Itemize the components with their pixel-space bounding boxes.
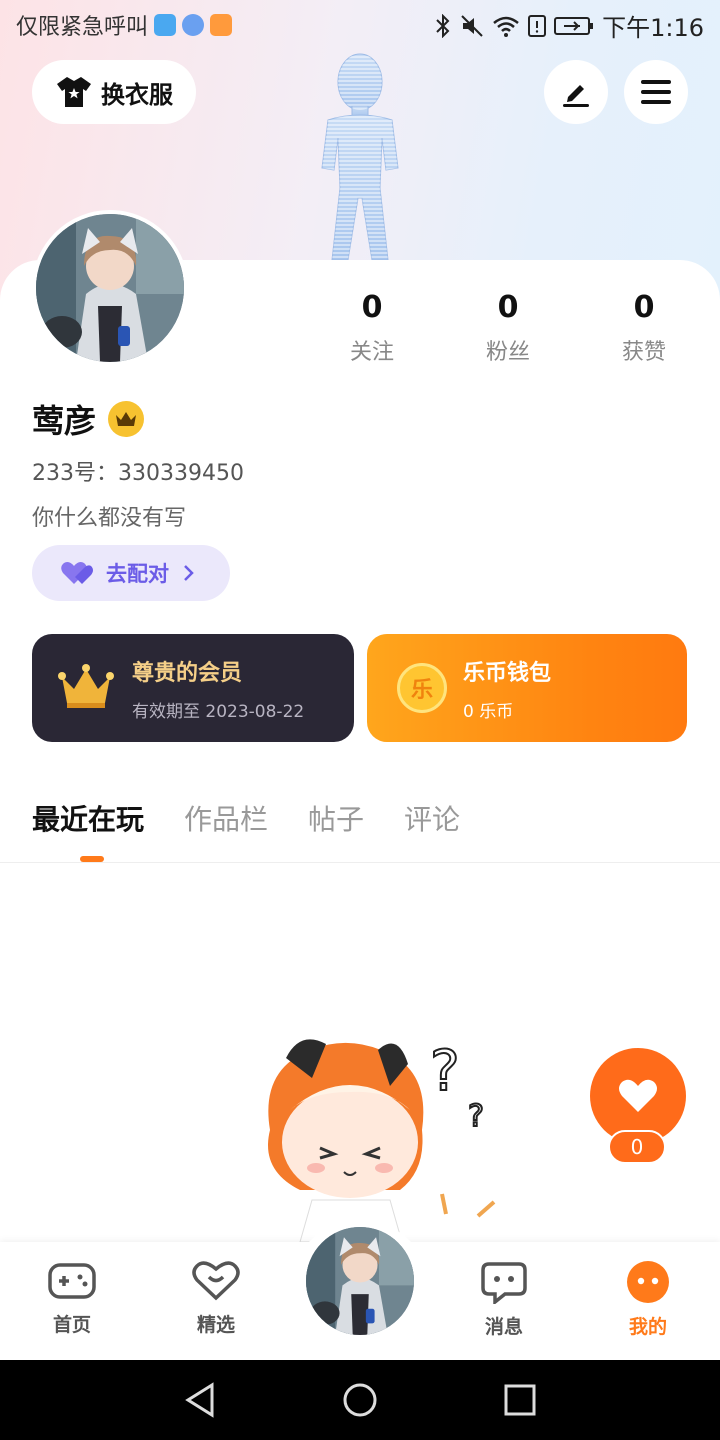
center-avatar-illustration: [306, 1227, 414, 1335]
message-icon: [481, 1262, 527, 1306]
stat-followers-value: 0: [497, 290, 519, 325]
bio: 你什么都没有写: [32, 506, 187, 531]
carrier-text: 仅限紧急呼叫: [16, 15, 149, 40]
vip-crown-badge[interactable]: [108, 401, 145, 437]
nav-featured-label: 精选: [196, 1314, 235, 1336]
tabs-divider: [0, 862, 720, 863]
system-navigation-bar: [0, 1360, 720, 1440]
edit-profile-button[interactable]: [544, 60, 608, 124]
hologram-avatar[interactable]: [298, 48, 422, 268]
username: 莺彦: [32, 402, 97, 440]
stat-following[interactable]: 0 关注: [304, 288, 440, 366]
profile-stats: 0 关注 0 粉丝 0 获赞: [304, 288, 712, 366]
vip-membership-card[interactable]: 尊贵的会员 有效期至 2023-08-22: [32, 634, 354, 742]
nav-messages-label: 消息: [484, 1316, 523, 1338]
tshirt-icon: [57, 77, 91, 107]
coin-icon: 乐: [397, 663, 447, 713]
nav-home-label: 首页: [52, 1314, 91, 1336]
mute-icon: [461, 14, 483, 37]
change-outfit-button[interactable]: 换衣服: [32, 60, 196, 124]
username-row: 莺彦: [32, 396, 145, 442]
shield-app-icon: [154, 14, 177, 36]
battery-charging-icon: [554, 16, 594, 35]
avatar-illustration: [36, 214, 184, 362]
svg-text:?: ?: [430, 1039, 460, 1104]
empty-state-mascot: ? ?: [268, 1038, 496, 1242]
status-bar: 仅限紧急呼叫 下午1:16: [0, 0, 720, 48]
profile-tabs: 最近在玩 作品栏 帖子 评论: [32, 798, 460, 838]
wallet-balance: 0 乐币: [463, 701, 514, 722]
nav-featured[interactable]: 精选: [166, 1260, 266, 1337]
match-button[interactable]: 去配对: [32, 545, 230, 601]
like-count-badge: 0: [608, 1130, 666, 1164]
wifi-icon: [493, 16, 519, 37]
match-button-label: 去配对: [106, 562, 169, 586]
stat-followers-label: 粉丝: [485, 340, 530, 365]
user-id-label: 233号：: [32, 461, 118, 486]
wallet-card-title: 乐币钱包: [463, 660, 552, 686]
vip-card-text: 尊贵的会员 有效期至 2023-08-22: [132, 655, 304, 722]
nav-center-avatar[interactable]: [303, 1224, 417, 1338]
user-id: 233号：330339450: [32, 455, 244, 487]
chevron-right-icon: [184, 565, 194, 581]
avatar[interactable]: [32, 210, 188, 366]
change-outfit-label: 换衣服: [101, 80, 173, 109]
user-id-value: 330339450: [118, 461, 244, 486]
nav-me-label: 我的: [628, 1316, 667, 1338]
home-icon[interactable]: [342, 1382, 378, 1418]
menu-icon: [641, 80, 671, 104]
double-heart-icon: [61, 562, 93, 584]
back-icon[interactable]: [184, 1382, 216, 1418]
tab-works[interactable]: 作品栏: [184, 798, 268, 838]
stat-likes-label: 获赞: [621, 340, 666, 365]
coin-wallet-card[interactable]: 乐 乐币钱包 0 乐币: [367, 634, 687, 742]
stat-following-label: 关注: [349, 340, 394, 365]
heart-chat-icon: [192, 1261, 240, 1301]
heart-icon: [619, 1079, 657, 1112]
vip-card-title: 尊贵的会员: [132, 660, 243, 686]
tab-recently-played[interactable]: 最近在玩: [32, 798, 144, 838]
gold-crown-icon: [58, 664, 114, 708]
recents-icon[interactable]: [504, 1384, 536, 1416]
vip-card-expiry: 有效期至 2023-08-22: [132, 701, 305, 722]
profile-face-icon: [627, 1261, 669, 1303]
nav-me[interactable]: 我的: [598, 1260, 698, 1339]
stat-followers[interactable]: 0 粉丝: [440, 288, 576, 366]
menu-button[interactable]: [624, 60, 688, 124]
nav-messages[interactable]: 消息: [454, 1260, 554, 1339]
tab-posts[interactable]: 帖子: [308, 798, 364, 838]
tab-comments[interactable]: 评论: [404, 798, 460, 838]
play-app-icon: [210, 14, 233, 36]
bluetooth-icon: [436, 13, 450, 38]
sim-alert-icon: [528, 14, 547, 37]
browser-app-icon: [182, 14, 205, 36]
wallet-card-text: 乐币钱包 0 乐币: [463, 655, 551, 722]
clock: 下午1:16: [602, 14, 704, 42]
stat-following-value: 0: [361, 290, 383, 325]
stat-likes[interactable]: 0 获赞: [576, 288, 712, 366]
gamepad-icon: [48, 1263, 96, 1299]
bottom-navigation: 首页 精选 消息 我的: [0, 1220, 720, 1360]
edit-pen-icon: [563, 85, 589, 107]
nav-home[interactable]: 首页: [22, 1260, 122, 1337]
stat-likes-value: 0: [633, 290, 655, 325]
svg-text:?: ?: [468, 1099, 484, 1134]
crown-icon: [116, 412, 137, 426]
